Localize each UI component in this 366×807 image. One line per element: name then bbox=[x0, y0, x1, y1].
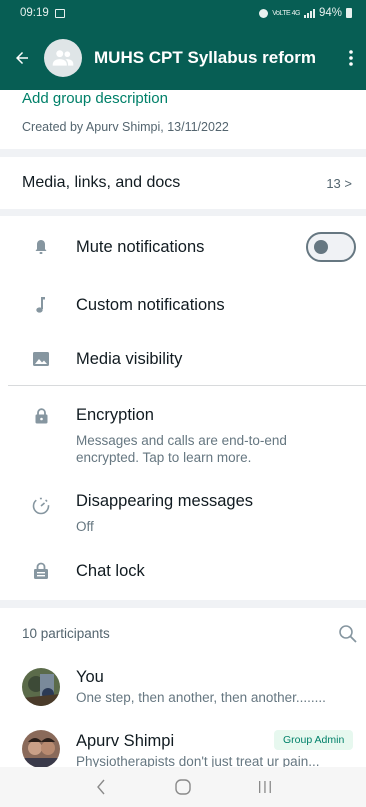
alarm-icon bbox=[259, 8, 269, 18]
lock-icon bbox=[31, 406, 51, 426]
group-title[interactable]: MUHS CPT Syllabus reform bbox=[94, 48, 316, 68]
media-visibility-row[interactable]: Media visibility bbox=[0, 344, 366, 374]
status-right: VoLTE 4G 94% bbox=[259, 7, 352, 19]
nav-back-button[interactable] bbox=[86, 772, 116, 802]
chat-lock-row[interactable]: Chat lock bbox=[0, 556, 366, 586]
nav-recents-icon bbox=[259, 781, 271, 793]
custom-notifications-row[interactable]: Custom notifications bbox=[0, 290, 366, 320]
mute-notifications-row[interactable]: Mute notifications bbox=[0, 232, 366, 262]
group-description-section: Add group description Created by Apurv S… bbox=[0, 90, 366, 149]
disappearing-messages-row[interactable]: Disappearing messages Off bbox=[0, 490, 366, 538]
media-links-docs-row[interactable]: Media, links, and docs 13 > bbox=[0, 157, 366, 209]
music-note-icon bbox=[31, 295, 51, 315]
battery-level: 94% bbox=[318, 7, 342, 19]
participant-avatar[interactable] bbox=[22, 668, 60, 706]
more-options-button[interactable] bbox=[336, 26, 366, 90]
group-admin-badge: Group Admin bbox=[274, 730, 354, 750]
nav-home-button[interactable] bbox=[168, 772, 198, 802]
add-description-link[interactable]: Add group description bbox=[22, 90, 168, 107]
battery-icon bbox=[346, 8, 352, 18]
encryption-label: Encryption bbox=[76, 406, 154, 424]
section-gap bbox=[0, 149, 366, 157]
signal-icon bbox=[303, 8, 315, 18]
app-bar: MUHS CPT Syllabus reform bbox=[0, 26, 366, 90]
encryption-desc-line1: Messages and calls are end-to-end bbox=[76, 433, 287, 448]
nav-back-icon bbox=[97, 779, 105, 795]
media-count: 13 > bbox=[326, 175, 352, 191]
mute-toggle[interactable] bbox=[306, 232, 356, 262]
media-visibility-label: Media visibility bbox=[76, 349, 183, 368]
participant-avatar[interactable] bbox=[22, 730, 60, 768]
section-gap bbox=[0, 209, 366, 216]
participant-status: One step, then another, then another....… bbox=[76, 690, 326, 705]
timer-icon bbox=[31, 496, 51, 516]
avatar-photo bbox=[22, 668, 60, 706]
system-nav-bar bbox=[0, 767, 366, 807]
chat-lock-icon bbox=[31, 561, 51, 581]
group-icon bbox=[52, 50, 74, 66]
back-button[interactable] bbox=[0, 26, 44, 90]
image-icon bbox=[31, 349, 51, 369]
created-by-text: Created by Apurv Shimpi, 13/11/2022 bbox=[22, 120, 229, 134]
disappearing-status: Off bbox=[76, 519, 94, 534]
participants-count: 10 participants bbox=[22, 626, 110, 641]
disappearing-label: Disappearing messages bbox=[76, 492, 254, 510]
participant-name[interactable]: You bbox=[76, 668, 104, 687]
status-time: 09:19 bbox=[20, 7, 49, 19]
participant-name[interactable]: Apurv Shimpi bbox=[76, 732, 174, 751]
gallery-notification-icon bbox=[54, 8, 65, 18]
more-vert-icon bbox=[349, 50, 353, 66]
nav-home-icon bbox=[175, 779, 191, 795]
encryption-row[interactable]: Encryption Messages and calls are end-to… bbox=[0, 404, 366, 470]
media-label: Media, links, and docs bbox=[22, 174, 181, 191]
status-bar: 09:19 VoLTE 4G 94% bbox=[0, 0, 366, 26]
mute-label: Mute notifications bbox=[76, 237, 205, 256]
group-avatar[interactable] bbox=[44, 39, 82, 77]
chat-lock-label: Chat lock bbox=[76, 561, 145, 580]
avatar-photo bbox=[22, 730, 60, 768]
nav-recents-button[interactable] bbox=[250, 772, 280, 802]
search-participants-button[interactable] bbox=[338, 624, 358, 644]
arrow-left-icon bbox=[16, 52, 28, 64]
network-type: VoLTE 4G bbox=[272, 9, 300, 17]
encryption-desc-line2: encrypted. Tap to learn more. bbox=[76, 450, 252, 465]
bell-icon bbox=[31, 237, 51, 257]
search-icon bbox=[339, 625, 357, 643]
custom-notifications-label: Custom notifications bbox=[76, 295, 225, 314]
section-gap bbox=[0, 600, 366, 608]
security-settings: Encryption Messages and calls are end-to… bbox=[0, 386, 366, 600]
toggle-knob bbox=[314, 240, 328, 254]
notification-settings: Mute notifications Custom notifications … bbox=[0, 216, 366, 384]
